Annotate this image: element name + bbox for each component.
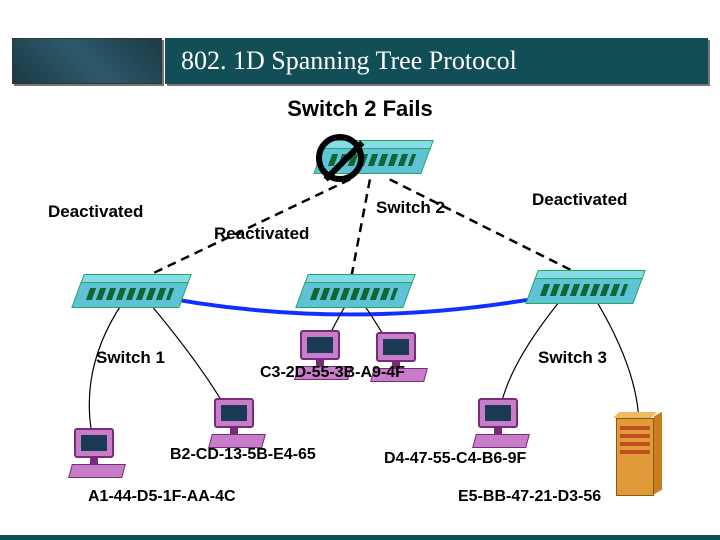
mac-center: C3-2D-55-3B-A9-4F: [260, 364, 405, 382]
label-deactivated-left: Deactivated: [48, 202, 143, 222]
device-switch-3: [530, 278, 638, 304]
logo-image: [12, 38, 162, 84]
label-switch-3: Switch 3: [538, 348, 607, 368]
slide-title: 802. 1D Spanning Tree Protocol: [181, 46, 517, 76]
mac-left-inner: B2-CD-13-5B-E4-65: [170, 446, 316, 464]
label-deactivated-right: Deactivated: [532, 190, 627, 210]
server-icon: [616, 418, 654, 496]
pc-icon: [70, 428, 124, 480]
prohibit-icon: [316, 134, 364, 182]
slide-title-bar: 802. 1D Spanning Tree Protocol: [165, 38, 708, 84]
footer-bar: [0, 535, 720, 540]
mac-right-inner: D4-47-55-C4-B6-9F: [384, 450, 526, 468]
label-switch-1: Switch 1: [96, 348, 165, 368]
network-diagram: Deactivated Deactivated Switch 2 Reactiv…: [0, 120, 720, 536]
label-reactivated: Reactivated: [214, 224, 309, 244]
device-switch-1: [76, 282, 184, 308]
mac-right-outer: E5-BB-47-21-D3-56: [458, 488, 601, 506]
pc-icon: [474, 398, 528, 450]
pc-icon: [210, 398, 264, 450]
slide-subtitle: Switch 2 Fails: [0, 96, 720, 122]
label-switch-2: Switch 2: [376, 198, 445, 218]
device-switch-center: [300, 282, 408, 308]
mac-left-outer: A1-44-D5-1F-AA-4C: [88, 488, 236, 506]
